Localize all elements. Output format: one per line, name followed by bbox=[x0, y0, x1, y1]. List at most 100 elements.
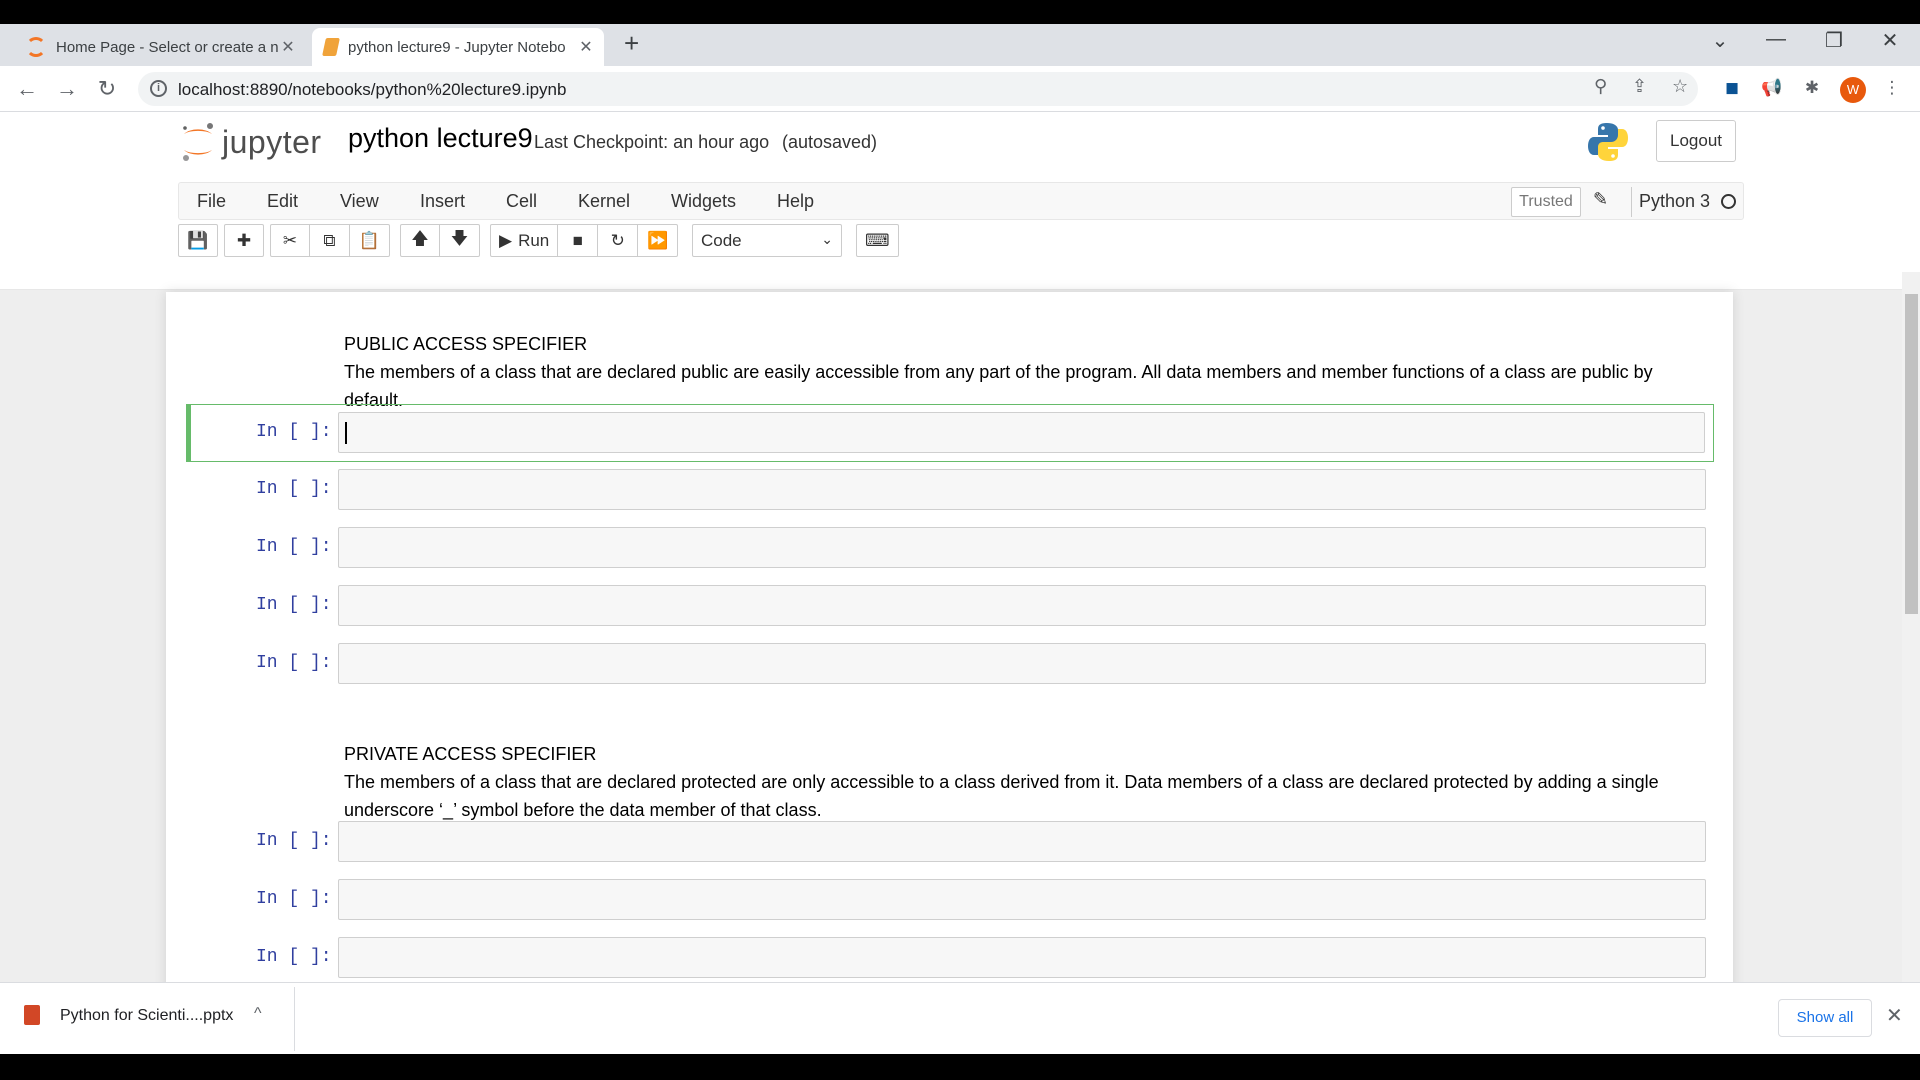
reload-icon[interactable]: ↻ bbox=[92, 74, 122, 104]
minimize-icon[interactable]: — bbox=[1756, 28, 1796, 51]
site-info-icon[interactable]: i bbox=[150, 80, 167, 97]
code-input[interactable] bbox=[338, 585, 1706, 626]
jupyter-logo[interactable]: jupyter bbox=[178, 120, 338, 168]
notebook-favicon-icon bbox=[322, 38, 340, 56]
play-icon: ▶ bbox=[499, 230, 513, 250]
cell-type-select[interactable]: Code ⌄ bbox=[692, 224, 842, 257]
address-bar[interactable]: i localhost:8890/notebooks/python%20lect… bbox=[138, 72, 1698, 106]
menu-file[interactable]: File bbox=[197, 191, 226, 212]
cell-type-value: Code bbox=[701, 231, 742, 250]
menu-widgets[interactable]: Widgets bbox=[671, 191, 736, 212]
input-prompt: In [ ]: bbox=[256, 479, 332, 499]
menu-cell[interactable]: Cell bbox=[506, 191, 537, 212]
jupyter-page: jupyter python lecture9 Last Checkpoint:… bbox=[0, 112, 1920, 982]
menu-kernel[interactable]: Kernel bbox=[578, 191, 630, 212]
text-cursor bbox=[345, 422, 347, 444]
close-tab-icon[interactable]: ✕ bbox=[278, 37, 298, 57]
megaphone-extension-icon[interactable]: 📢 bbox=[1760, 78, 1784, 100]
url-text[interactable]: localhost:8890/notebooks/python%20lectur… bbox=[178, 80, 566, 100]
download-item[interactable]: Python for Scienti....pptx ^ bbox=[16, 993, 294, 1045]
input-prompt: In [ ]: bbox=[256, 653, 332, 673]
code-cell[interactable]: In [ ]: bbox=[186, 520, 1714, 578]
input-prompt: In [ ]: bbox=[256, 537, 332, 557]
code-input[interactable] bbox=[338, 879, 1706, 920]
close-tab-icon[interactable]: ✕ bbox=[576, 37, 596, 57]
chevron-up-icon[interactable]: ^ bbox=[254, 1005, 262, 1023]
tab-search-icon[interactable]: ⌄ bbox=[1700, 28, 1740, 53]
tab-python-lecture9[interactable]: python lecture9 - Jupyter Notebo ✕ bbox=[312, 28, 604, 66]
code-cell[interactable]: In [ ]: bbox=[186, 578, 1714, 636]
markdown-heading: PRIVATE ACCESS SPECIFIER bbox=[344, 744, 597, 764]
window-close-icon[interactable]: ✕ bbox=[1870, 28, 1910, 53]
code-input[interactable] bbox=[338, 527, 1706, 568]
menu-help[interactable]: Help bbox=[777, 191, 814, 212]
toolbar-move-group: 🡅 🡇 bbox=[400, 224, 480, 257]
maximize-icon[interactable]: ❐ bbox=[1814, 28, 1854, 53]
input-prompt: In [ ]: bbox=[256, 831, 332, 851]
markdown-cell[interactable]: PUBLIC ACCESS SPECIFIER The members of a… bbox=[344, 330, 1684, 414]
move-down-icon[interactable]: 🡇 bbox=[440, 224, 480, 257]
restart-run-all-icon[interactable]: ⏩ bbox=[638, 224, 679, 257]
stop-icon[interactable]: ■ bbox=[558, 224, 599, 257]
logout-button[interactable]: Logout bbox=[1656, 120, 1736, 162]
paste-icon[interactable]: 📋 bbox=[350, 224, 390, 257]
cut-icon[interactable]: ✂ bbox=[270, 224, 310, 257]
code-cell[interactable]: In [ ]: bbox=[186, 814, 1714, 872]
code-cell-selected[interactable]: In [ ]: bbox=[186, 404, 1714, 462]
back-icon[interactable]: ← bbox=[12, 74, 42, 104]
keyboard-shortcuts-icon[interactable]: ⌨ bbox=[856, 224, 899, 257]
toolbar-keyboard-group: ⌨ bbox=[856, 224, 899, 257]
insert-cell-icon[interactable]: ✚ bbox=[224, 224, 264, 257]
code-cell[interactable]: In [ ]: bbox=[186, 636, 1714, 694]
menu-insert[interactable]: Insert bbox=[420, 191, 465, 212]
code-cell[interactable]: In [ ]: bbox=[186, 930, 1714, 982]
code-input[interactable] bbox=[338, 469, 1706, 510]
pencil-icon[interactable]: ✎ bbox=[1593, 189, 1608, 210]
downloads-bar: Python for Scienti....pptx ^ Show all ✕ bbox=[0, 982, 1920, 1054]
copy-icon[interactable]: ⧉ bbox=[310, 224, 350, 257]
pptx-file-icon bbox=[24, 1005, 40, 1025]
code-cell[interactable]: In [ ]: bbox=[186, 462, 1714, 520]
code-input[interactable] bbox=[338, 821, 1706, 862]
save-icon[interactable]: 💾 bbox=[178, 224, 218, 257]
new-tab-button[interactable]: + bbox=[624, 28, 639, 59]
extensions-puzzle-icon[interactable]: ✱ bbox=[1800, 78, 1824, 100]
close-downloads-icon[interactable]: ✕ bbox=[1886, 1003, 1903, 1028]
jupyter-logo-text: jupyter bbox=[222, 124, 322, 160]
jupyter-logo-icon bbox=[183, 123, 213, 161]
scrollbar-thumb[interactable] bbox=[1905, 294, 1918, 614]
extension-icon[interactable]: ◼ bbox=[1720, 78, 1744, 100]
code-input[interactable] bbox=[338, 643, 1706, 684]
menu-edit[interactable]: Edit bbox=[267, 191, 298, 212]
run-button[interactable]: ▶ Run bbox=[490, 224, 559, 257]
show-all-button[interactable]: Show all bbox=[1778, 999, 1872, 1037]
zoom-icon[interactable]: ⚲ bbox=[1594, 76, 1607, 97]
tab-home-page[interactable]: Home Page - Select or create a n ✕ bbox=[14, 28, 306, 66]
markdown-cell[interactable]: PRIVATE ACCESS SPECIFIER The members of … bbox=[344, 740, 1684, 824]
trusted-badge[interactable]: Trusted bbox=[1511, 187, 1581, 217]
share-icon[interactable]: ⇪ bbox=[1632, 76, 1647, 97]
download-filename: Python for Scienti....pptx bbox=[60, 1007, 234, 1024]
tab-title: python lecture9 - Jupyter Notebo bbox=[348, 38, 566, 56]
input-prompt: In [ ]: bbox=[256, 947, 332, 967]
code-cell[interactable]: In [ ]: bbox=[186, 872, 1714, 930]
code-input[interactable] bbox=[338, 937, 1706, 978]
move-up-icon[interactable]: 🡅 bbox=[400, 224, 440, 257]
browser-toolbar: ← → ↻ i localhost:8890/notebooks/python%… bbox=[0, 66, 1920, 112]
python-logo-icon bbox=[1588, 123, 1628, 161]
page-scrollbar[interactable] bbox=[1902, 272, 1920, 982]
menubar-container: File Edit View Insert Cell Kernel Widget… bbox=[0, 176, 1920, 290]
restart-icon[interactable]: ↻ bbox=[598, 224, 639, 257]
browser-tab-strip: Home Page - Select or create a n ✕ pytho… bbox=[0, 24, 1920, 66]
kernel-name[interactable]: Python 3 bbox=[1639, 191, 1710, 212]
menu-view[interactable]: View bbox=[340, 191, 379, 212]
bookmark-star-icon[interactable]: ☆ bbox=[1672, 76, 1688, 97]
toolbar-save-group: 💾 bbox=[178, 224, 218, 257]
code-input[interactable] bbox=[338, 412, 1705, 453]
toolbar-insert-group: ✚ bbox=[224, 224, 264, 257]
browser-menu-icon[interactable]: ⋮ bbox=[1880, 78, 1904, 100]
divider bbox=[294, 987, 295, 1051]
forward-icon[interactable]: → bbox=[52, 74, 82, 104]
notebook-title[interactable]: python lecture9 bbox=[348, 123, 533, 154]
profile-avatar[interactable]: W bbox=[1840, 77, 1866, 103]
